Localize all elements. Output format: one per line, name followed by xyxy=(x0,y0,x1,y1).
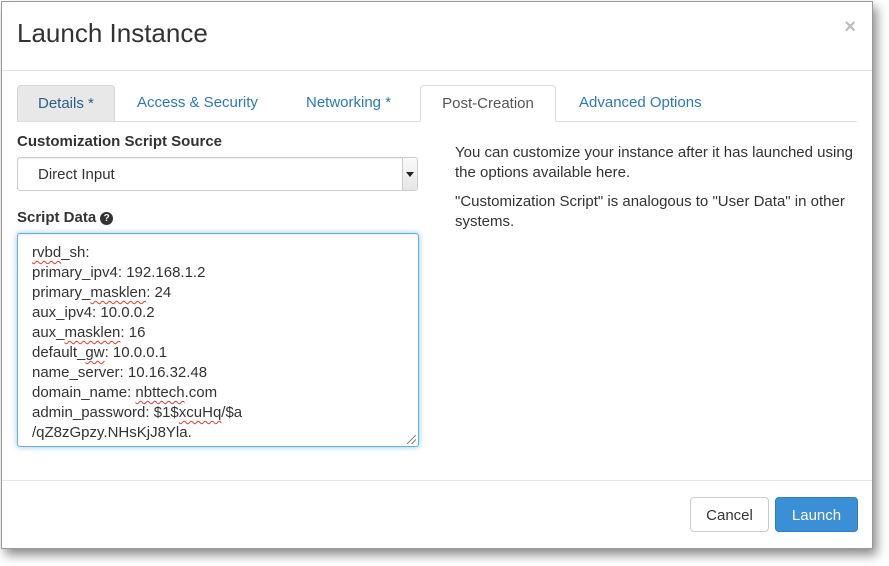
script-line: primary_ipv4: 192.168.1.2 xyxy=(32,264,206,281)
tab-networking[interactable]: Networking * xyxy=(286,85,411,121)
launch-instance-dialog: Launch Instance × Details * Access & Sec… xyxy=(1,1,873,549)
modal-header: Launch Instance × xyxy=(2,2,872,71)
script-line: domain_name: nbttech.com xyxy=(32,384,218,401)
script-line: /qZ8zGpzy.NHsKjJ8Yla. xyxy=(32,424,192,441)
info-paragraph-2: "Customization Script" is analogous to "… xyxy=(455,193,845,230)
info-paragraph-1: You can customize your instance after it… xyxy=(455,144,854,181)
help-icon[interactable]: ? xyxy=(100,212,114,225)
script-line: aux_ipv4: 10.0.0.2 xyxy=(32,304,155,321)
source-label: Customization Script Source xyxy=(17,133,223,150)
resize-handle-icon[interactable] xyxy=(407,435,416,444)
close-icon[interactable]: × xyxy=(844,16,856,39)
cancel-button[interactable]: Cancel xyxy=(690,497,769,532)
script-data-label: Script Data? xyxy=(17,209,114,226)
launch-button[interactable]: Launch xyxy=(775,497,858,532)
tab-bar: Details * Access & Security Networking *… xyxy=(17,85,857,122)
script-data-label-text: Script Data xyxy=(17,209,97,226)
script-source-select[interactable]: Direct Input xyxy=(17,157,418,191)
chevron-down-icon[interactable] xyxy=(402,158,417,190)
select-value: Direct Input xyxy=(38,166,115,183)
tab-advanced-options[interactable]: Advanced Options xyxy=(559,85,722,121)
script-line: primary_masklen: 24 xyxy=(32,284,172,301)
modal-footer-divider xyxy=(2,480,872,481)
tab-details[interactable]: Details * xyxy=(17,85,115,121)
script-line: admin_password: $1$xcuHq/$a xyxy=(32,404,243,421)
script-line: name_server: 10.16.32.48 xyxy=(32,364,208,381)
tab-post-creation[interactable]: Post-Creation xyxy=(420,85,556,122)
tab-access-security[interactable]: Access & Security xyxy=(117,85,278,121)
script-line: rvbd_sh: xyxy=(32,244,90,261)
script-line: aux_masklen: 16 xyxy=(32,324,146,341)
script-line: default_gw: 10.0.0.1 xyxy=(32,344,168,361)
script-data-textarea[interactable]: rvbd_sh: primary_ipv4: 192.168.1.2 prima… xyxy=(17,233,419,447)
modal-title: Launch Instance xyxy=(17,18,208,48)
